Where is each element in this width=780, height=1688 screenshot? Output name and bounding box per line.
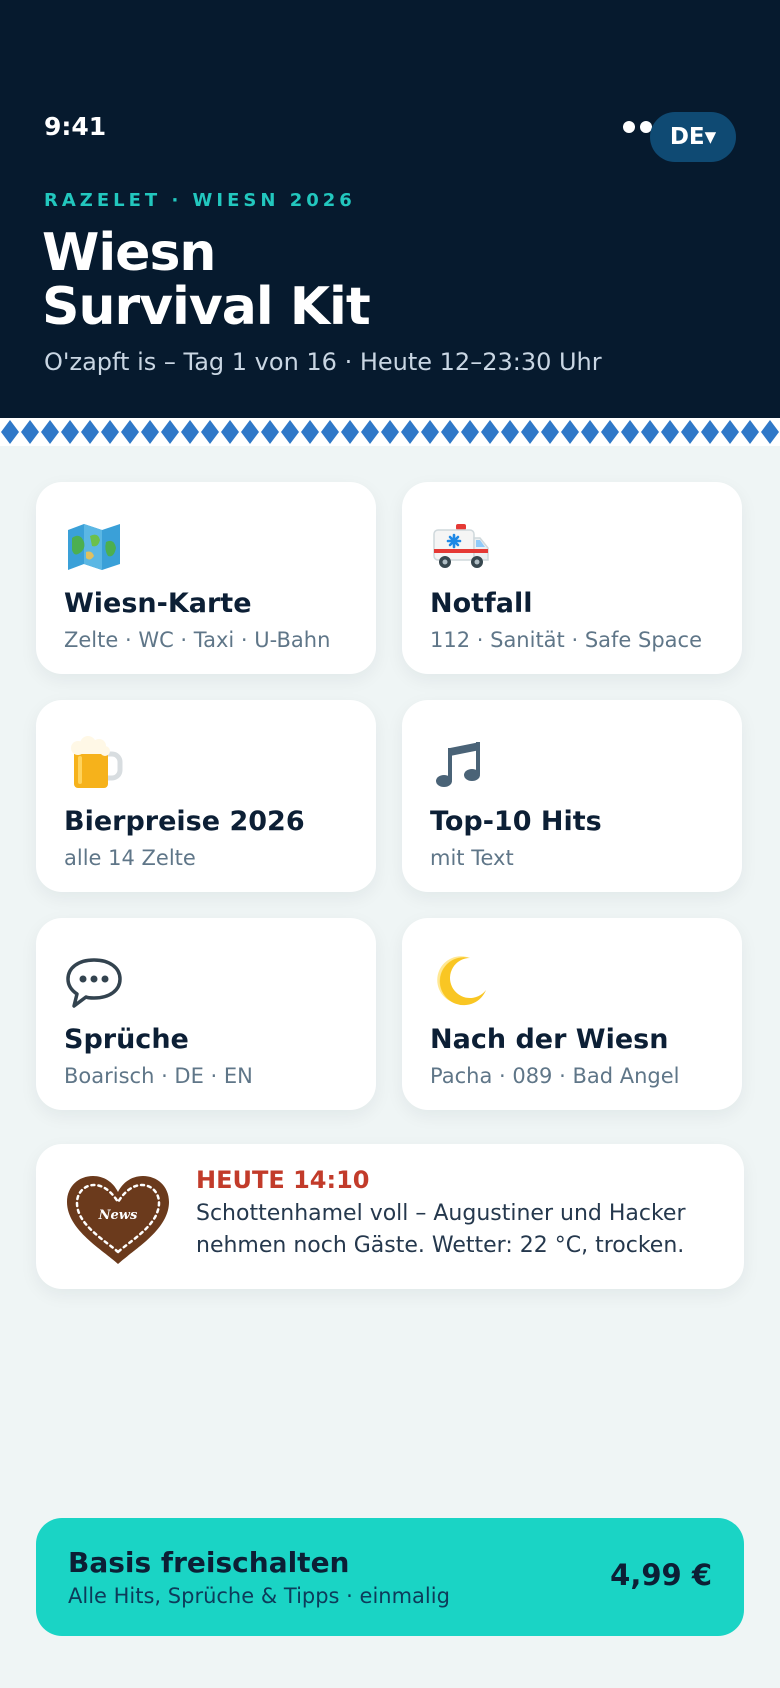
crescent-moon-icon (437, 956, 486, 1006)
page-title-line-2: Survival Kit (42, 277, 371, 337)
brand-kicker: RAZELET · WIESN 2026 (44, 190, 356, 211)
map-icon (68, 524, 120, 570)
tile-subtitle: Zelte · WC · Taxi · U-Bahn (64, 628, 331, 652)
tile-title: Sprüche (64, 1024, 189, 1055)
tile-nach-der-wiesn[interactable]: Nach der Wiesn Pacha · 089 · Bad Angel (402, 918, 742, 1110)
news-card[interactable]: News HEUTE 14:10 Schottenhamel voll – Au… (36, 1144, 744, 1289)
tile-subtitle: mit Text (430, 846, 514, 870)
beer-mug-icon (71, 736, 123, 788)
status-dots-icon (623, 121, 652, 133)
tile-title: Top-10 Hits (430, 806, 602, 837)
news-heart-text: News (98, 1208, 138, 1223)
page-subtitle: O'zapft is – Tag 1 von 16 · Heute 12–23:… (44, 348, 602, 376)
music-note-icon (436, 742, 480, 787)
tile-title: Nach der Wiesn (430, 1024, 669, 1055)
tile-notfall[interactable]: Notfall 112 · Sanität · Safe Space (402, 482, 742, 674)
unlock-price: 4,99 € (610, 1558, 712, 1592)
tile-subtitle: Boarisch · DE · EN (64, 1064, 253, 1088)
app-header: 9:41 DE▾ RAZELET · WIESN 2026 Wiesn Surv… (0, 0, 780, 418)
news-time-label: HEUTE 14:10 (196, 1166, 370, 1194)
tile-title: Notfall (430, 588, 533, 619)
page-title-line-1: Wiesn (42, 223, 216, 283)
tile-top-10-hits[interactable]: Top-10 Hits mit Text (402, 700, 742, 892)
tile-subtitle: alle 14 Zelte (64, 846, 196, 870)
unlock-subtitle: Alle Hits, Sprüche & Tipps · einmalig (68, 1584, 450, 1608)
tile-bierpreise[interactable]: Bierpreise 2026 alle 14 Zelte (36, 700, 376, 892)
tile-title: Bierpreise 2026 (64, 806, 305, 837)
page-title: Wiesn Survival Kit (42, 223, 371, 337)
unlock-title: Basis freischalten (68, 1546, 350, 1579)
tile-subtitle: 112 · Sanität · Safe Space (430, 628, 702, 652)
unlock-basis-button[interactable]: Basis freischalten Alle Hits, Sprüche & … (36, 1518, 744, 1636)
news-text: Schottenhamel voll – Augustiner und Hack… (196, 1201, 686, 1258)
language-button[interactable]: DE▾ (650, 112, 736, 162)
tile-sprueche[interactable]: Sprüche Boarisch · DE · EN (36, 918, 376, 1110)
tile-title: Wiesn-Karte (64, 588, 252, 619)
speech-bubble-icon (66, 958, 122, 1008)
gingerbread-heart-icon: News (67, 1176, 169, 1264)
status-time: 9:41 (44, 112, 107, 141)
bavarian-diamond-pattern (0, 418, 780, 446)
tile-subtitle: Pacha · 089 · Bad Angel (430, 1064, 680, 1088)
ambulance-icon (433, 524, 489, 568)
tile-wiesn-karte[interactable]: Wiesn-Karte Zelte · WC · Taxi · U-Bahn (36, 482, 376, 674)
